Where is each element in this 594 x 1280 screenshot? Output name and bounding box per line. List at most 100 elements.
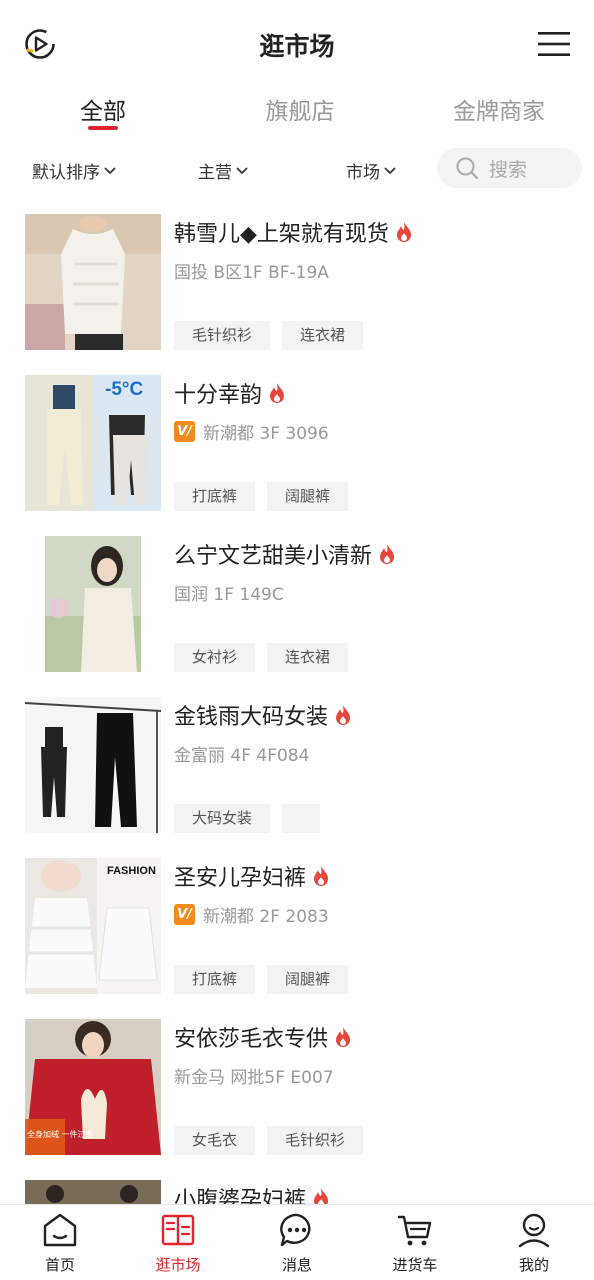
shop-tags: 毛针织衫 连衣裙 (174, 321, 364, 350)
flame-icon (336, 705, 351, 725)
nav-label: 逛市场 (155, 1256, 201, 1274)
flame-icon (314, 1188, 329, 1204)
flame-icon (314, 866, 329, 886)
shop-name-text: 十分幸韵 (174, 383, 263, 408)
category-tag[interactable]: 连衣裙 (267, 643, 349, 672)
category-tag[interactable]: 打底裤 (174, 482, 256, 511)
shop-tags: 打底裤 阔腿裤 (174, 965, 349, 994)
category-tag[interactable]: 阔腿裤 (267, 482, 349, 511)
shop-name-text: 么宁文艺甜美小清新 (174, 544, 373, 569)
shop-location: 新金马 网批5F E007 (174, 1068, 334, 1088)
shop-tags: 大码女装 (174, 804, 321, 833)
shop-location: 国润 1F 149C (174, 585, 284, 605)
shop-name[interactable]: 十分幸韵 (174, 377, 286, 409)
shop-location: 金富丽 4F 4F084 (174, 746, 310, 766)
vip-badge-icon: V/ (174, 904, 195, 925)
search-icon (456, 157, 478, 179)
category-tag[interactable]: 女毛衣 (174, 1126, 256, 1155)
market-dropdown[interactable]: 市场 (346, 158, 396, 183)
shop-list: 韩雪儿◆上架就有现货 国投 B区1F BF-19A 毛针织衫 连衣裙 -5°C … (0, 212, 594, 1204)
nav-item-cart[interactable]: 进货车 (365, 1211, 465, 1275)
category-tabs: 全部 旗舰店 金牌商家 (0, 92, 594, 136)
shop-thumbnail: 全身加绒 一件过冬 (25, 1019, 161, 1155)
nav-label: 首页 (44, 1256, 75, 1274)
shop-thumbnail (25, 697, 161, 833)
chevron-down-icon (104, 166, 116, 174)
shop-location: V/ 新潮都 2F 2083 (174, 902, 329, 927)
brand-text: FASHION (107, 865, 156, 877)
category-dropdown[interactable]: 主营 (198, 158, 248, 183)
shop-thumbnail: FASHION (25, 858, 161, 994)
temperature-text: -5°C (105, 379, 143, 400)
tab-flagship[interactable]: 旗舰店 (265, 92, 335, 126)
list-item[interactable]: 么宁文艺甜美小清新 国润 1F 149C 女衬衫 连衣裙 (0, 534, 594, 695)
shop-tags: 女衬衫 连衣裙 (174, 643, 349, 672)
shop-name[interactable]: 韩雪儿◆上架就有现货 (174, 216, 413, 248)
shop-location: 国投 B区1F BF-19A (174, 263, 329, 283)
flame-icon (270, 383, 285, 403)
flame-icon (336, 1027, 351, 1047)
nav-item-home[interactable]: 首页 (10, 1211, 110, 1275)
shop-name-text: 小腹婆孕妇裤 (174, 1188, 307, 1204)
category-tag[interactable]: 连衣裙 (282, 321, 364, 350)
shop-name[interactable]: 小腹婆孕妇裤 (174, 1182, 330, 1204)
search-input[interactable]: 搜索 (437, 148, 582, 188)
nav-item-market[interactable]: 逛市场 (128, 1211, 228, 1275)
nav-item-profile[interactable]: 我的 (484, 1211, 584, 1275)
list-item[interactable]: 金钱雨大码女装 金富丽 4F 4F084 大码女装 (0, 695, 594, 856)
tab-all[interactable]: 全部 (75, 92, 131, 126)
shop-name-text: 金钱雨大码女装 (174, 705, 329, 730)
shop-name[interactable]: 安依莎毛衣专供 (174, 1021, 352, 1053)
nav-item-messages[interactable]: 消息 (247, 1211, 347, 1275)
category-tag[interactable]: 打底裤 (174, 965, 256, 994)
nav-label: 我的 (518, 1256, 549, 1274)
shop-name[interactable]: 么宁文艺甜美小清新 (174, 538, 396, 570)
active-tab-indicator (88, 126, 118, 130)
shop-thumbnail (25, 214, 161, 350)
page-title: 逛市场 (259, 32, 335, 61)
cart-icon (397, 1215, 432, 1246)
nav-label: 消息 (281, 1256, 312, 1274)
category-tag[interactable] (282, 804, 321, 833)
category-label: 主营 (198, 163, 232, 183)
category-tag[interactable]: 大码女装 (174, 804, 271, 833)
flame-icon (396, 222, 411, 242)
market-icon (161, 1214, 195, 1246)
category-tag[interactable]: 阔腿裤 (267, 965, 349, 994)
list-item[interactable]: 韩雪儿◆上架就有现货 国投 B区1F BF-19A 毛针织衫 连衣裙 (0, 212, 594, 373)
thumbnail-badge-text: 全身加绒 一件过冬 (27, 1129, 94, 1139)
chevron-down-icon (384, 166, 396, 174)
list-item[interactable]: 全身加绒 一件过冬 安依莎毛衣专供 新金马 网批5F E007 女毛衣 毛针织衫 (0, 1017, 594, 1178)
shop-thumbnail: -5°C (25, 375, 161, 511)
shop-name[interactable]: 金钱雨大码女装 (174, 699, 352, 731)
shop-name[interactable]: 圣安儿孕妇裤 (174, 860, 330, 892)
shop-tags: 女毛衣 毛针织衫 (174, 1126, 364, 1155)
category-tag[interactable]: 女衬衫 (174, 643, 256, 672)
list-item[interactable]: FASHION 圣安儿孕妇裤 V/ 新潮都 2F 2083 打底裤 阔腿裤 (0, 856, 594, 1017)
list-item[interactable]: -5°C 十分幸韵 V/ 新潮都 3F 3096 打底裤 阔腿裤 (0, 373, 594, 534)
shop-location-text: 新潮都 3F 3096 (203, 424, 329, 444)
sort-dropdown[interactable]: 默认排序 (32, 158, 116, 183)
profile-icon (518, 1213, 550, 1248)
shop-thumbnail (25, 1180, 161, 1204)
sort-label: 默认排序 (32, 163, 100, 183)
shop-location-text: 新潮都 2F 2083 (203, 907, 329, 927)
home-icon (43, 1213, 77, 1247)
category-tag[interactable]: 毛针织衫 (267, 1126, 364, 1155)
menu-icon[interactable] (538, 31, 570, 57)
bottom-nav: 首页 逛市场 消息 进货车 我的 (0, 1204, 594, 1280)
chevron-down-icon (236, 166, 248, 174)
list-item[interactable]: 小腹婆孕妇裤 (0, 1178, 594, 1204)
shop-name-text: 韩雪儿◆上架就有现货 (174, 222, 389, 247)
vip-badge-icon: V/ (174, 421, 195, 442)
filter-bar: 默认排序 主营 市场 搜索 (0, 148, 594, 190)
flame-icon (380, 544, 395, 564)
tab-gold-merchant[interactable]: 金牌商家 (452, 92, 546, 126)
shop-name-text: 安依莎毛衣专供 (174, 1027, 329, 1052)
shop-tags: 打底裤 阔腿裤 (174, 482, 349, 511)
message-icon (280, 1213, 311, 1247)
top-bar: 逛市场 (0, 0, 594, 88)
search-placeholder: 搜索 (489, 158, 528, 181)
shop-location: V/ 新潮都 3F 3096 (174, 419, 329, 444)
category-tag[interactable]: 毛针织衫 (174, 321, 271, 350)
